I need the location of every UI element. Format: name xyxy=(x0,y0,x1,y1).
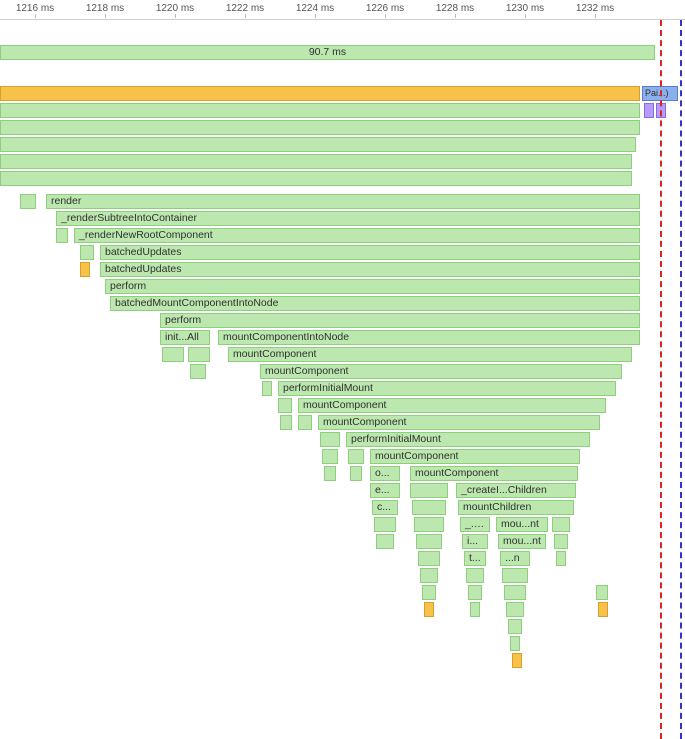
frame-mount[interactable]: mou...nt xyxy=(496,517,548,532)
frame-bar[interactable] xyxy=(280,415,292,430)
frame-batched-mount[interactable]: batchedMountComponentIntoNode xyxy=(110,296,640,311)
frame-batched-updates[interactable]: batchedUpdates xyxy=(100,262,640,277)
frame-c[interactable]: c... xyxy=(372,500,398,515)
flame-chart[interactable]: 90.7 ms Pai...) render _renderSubtreeInt… xyxy=(0,20,685,739)
frame-bar[interactable] xyxy=(598,602,608,617)
frame-bar[interactable] xyxy=(418,551,440,566)
frame-bar[interactable] xyxy=(190,364,206,379)
frame-render[interactable]: render xyxy=(46,194,640,209)
frame-bar[interactable] xyxy=(506,602,524,617)
frame-render-new-root[interactable]: _renderNewRootComponent xyxy=(74,228,640,243)
frame-bar[interactable] xyxy=(420,568,438,583)
frame-init-all[interactable]: init...All xyxy=(160,330,210,345)
frame-nn[interactable]: ...n xyxy=(500,551,530,566)
frame-bar[interactable] xyxy=(424,602,434,617)
ruler-tick: 1220 ms xyxy=(140,0,210,14)
frame-mount-component[interactable]: mountComponent xyxy=(410,466,578,481)
frame-mount-component[interactable]: mountComponent xyxy=(370,449,580,464)
ruler-tick: 1216 ms xyxy=(0,0,70,14)
frame-bar[interactable] xyxy=(510,636,520,651)
frame-perform[interactable]: perform xyxy=(160,313,640,328)
frame-bar[interactable] xyxy=(554,534,568,549)
frame-bar[interactable] xyxy=(0,154,632,169)
frame-mount-children[interactable]: mountChildren xyxy=(458,500,574,515)
frame-bar[interactable] xyxy=(0,103,640,118)
frame-bar[interactable] xyxy=(376,534,394,549)
ruler-tick: 1224 ms xyxy=(280,0,350,14)
frame-bar[interactable] xyxy=(512,653,522,668)
frame-bar[interactable] xyxy=(552,517,570,532)
time-ruler: 1216 ms 1218 ms 1220 ms 1222 ms 1224 ms … xyxy=(0,0,685,20)
frame-bar[interactable] xyxy=(348,449,364,464)
frame-perform-initial[interactable]: performInitialMount xyxy=(346,432,590,447)
frame-bar[interactable] xyxy=(278,398,292,413)
frame-create-children[interactable]: _createI...Children xyxy=(456,483,576,498)
frame-bar[interactable] xyxy=(0,120,640,135)
ruler-tick: 1228 ms xyxy=(420,0,490,14)
frame-bar[interactable] xyxy=(162,347,184,362)
frame-bar[interactable] xyxy=(412,500,446,515)
frame-perform-initial[interactable]: performInitialMount xyxy=(278,381,616,396)
frame-bar[interactable] xyxy=(502,568,528,583)
frame-o[interactable]: o... xyxy=(370,466,400,481)
frame-tn[interactable]: t... xyxy=(464,551,486,566)
frame-bar[interactable] xyxy=(262,381,272,396)
layout-mini-bar[interactable] xyxy=(644,103,654,118)
frame-bar[interactable] xyxy=(320,432,340,447)
frame-bar[interactable] xyxy=(80,245,94,260)
task-bar[interactable] xyxy=(0,86,640,101)
frame-bar[interactable] xyxy=(504,585,526,600)
summary-bar[interactable]: 90.7 ms xyxy=(0,45,655,60)
frame-bar[interactable] xyxy=(0,171,632,186)
frame-bar[interactable] xyxy=(188,347,210,362)
frame-bar[interactable] xyxy=(298,415,312,430)
ruler-tick: 1222 ms xyxy=(210,0,280,14)
frame-bar[interactable] xyxy=(414,517,444,532)
frame-bar[interactable] xyxy=(556,551,566,566)
ruler-tick: 1232 ms xyxy=(560,0,630,14)
ruler-tick: 1230 ms xyxy=(490,0,560,14)
frame-bar[interactable] xyxy=(416,534,442,549)
frame-un[interactable]: _...n xyxy=(460,517,490,532)
frame-render-subtree[interactable]: _renderSubtreeIntoContainer xyxy=(56,211,640,226)
ruler-tick: 1218 ms xyxy=(70,0,140,14)
frame-bar[interactable] xyxy=(20,194,36,209)
frame-mount-into-node[interactable]: mountComponentIntoNode xyxy=(218,330,640,345)
frame-bar[interactable] xyxy=(350,466,362,481)
frame-bar[interactable] xyxy=(56,228,68,243)
frame-bar[interactable] xyxy=(422,585,436,600)
frame-bar[interactable] xyxy=(0,137,636,152)
frame-in[interactable]: i... xyxy=(462,534,488,549)
frame-mount-component[interactable]: mountComponent xyxy=(228,347,632,362)
frame-bar[interactable] xyxy=(508,619,522,634)
frame-bar[interactable] xyxy=(322,449,338,464)
frame-bar[interactable] xyxy=(410,483,448,498)
frame-bar[interactable] xyxy=(596,585,608,600)
recording-marker-red xyxy=(660,20,662,739)
frame-bar[interactable] xyxy=(470,602,480,617)
frame-batched-updates[interactable]: batchedUpdates xyxy=(100,245,640,260)
frame-perform[interactable]: perform xyxy=(105,279,640,294)
frame-mount[interactable]: mou...nt xyxy=(498,534,546,549)
recording-marker-blue xyxy=(680,20,682,739)
frame-bar[interactable] xyxy=(324,466,336,481)
ruler-tick: 1226 ms xyxy=(350,0,420,14)
frame-mount-component[interactable]: mountComponent xyxy=(260,364,622,379)
frame-bar[interactable] xyxy=(468,585,482,600)
frame-bar[interactable] xyxy=(80,262,90,277)
frame-bar[interactable] xyxy=(466,568,484,583)
frame-mount-component[interactable]: mountComponent xyxy=(298,398,606,413)
frame-mount-component[interactable]: mountComponent xyxy=(318,415,600,430)
frame-bar[interactable] xyxy=(374,517,396,532)
frame-e[interactable]: e... xyxy=(370,483,400,498)
